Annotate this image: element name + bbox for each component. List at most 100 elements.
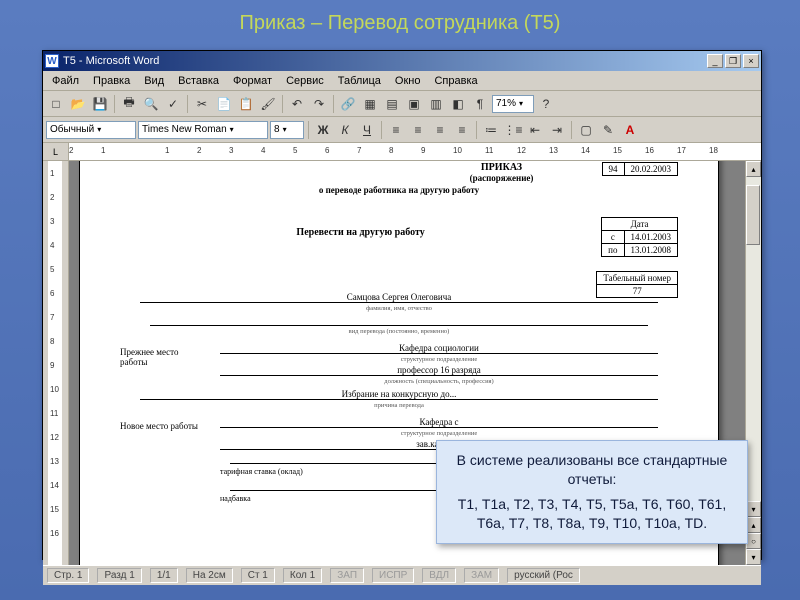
transfer-caption: вид перевода (постоянно, временно)	[120, 328, 678, 335]
save-icon[interactable]: 💾	[90, 94, 110, 114]
menu-table[interactable]: Таблица	[332, 73, 387, 89]
align-center-icon[interactable]: ≡	[408, 120, 428, 140]
date-table: Дата с14.01.2003 по13.01.2008	[601, 217, 678, 257]
menu-file[interactable]: Файл	[46, 73, 85, 89]
hyperlink-icon[interactable]: 🔗	[338, 94, 358, 114]
status-trk[interactable]: ИСПР	[372, 568, 414, 583]
menu-help[interactable]: Справка	[428, 73, 483, 89]
new-dept-cap: структурное подразделение	[200, 430, 678, 437]
numbering-icon[interactable]: ≔	[481, 120, 501, 140]
align-left-icon[interactable]: ≡	[386, 120, 406, 140]
menu-format[interactable]: Формат	[227, 73, 278, 89]
callout-line2: Т1, Т1а, Т2, Т3, Т4, Т5, Т5а, Т6, Т60, Т…	[449, 495, 735, 533]
paste-icon[interactable]: 📋	[236, 94, 256, 114]
callout-line1: В системе реализованы все стандартные от…	[449, 451, 735, 489]
word-icon: W	[45, 54, 59, 68]
prev-dept-cap: структурное подразделение	[200, 356, 678, 363]
standard-toolbar: □ 📂 💾 🖶 🔍 ✓ ✂ 📄 📋 🖌 ↶ ↷ 🔗 ▦ ▤ ▣ ▥ ◧ ¶ 71…	[43, 91, 761, 117]
cut-icon[interactable]: ✂	[192, 94, 212, 114]
status-section: Разд 1	[97, 568, 141, 583]
menu-edit[interactable]: Правка	[87, 73, 136, 89]
help-icon[interactable]: ?	[536, 94, 556, 114]
bold-icon[interactable]: Ж	[313, 120, 333, 140]
window-title: T5 - Microsoft Word	[63, 55, 705, 67]
browse-object-icon[interactable]: ○	[746, 533, 761, 549]
slide-title: Приказ – Перевод сотрудника (Т5)	[0, 0, 800, 43]
menu-window[interactable]: Окно	[389, 73, 427, 89]
menu-tools[interactable]: Сервис	[280, 73, 330, 89]
print-icon[interactable]: 🖶	[119, 94, 139, 114]
transfer-type-line	[150, 314, 648, 326]
prev-dept: Кафедра социологии	[220, 343, 658, 354]
align-right-icon[interactable]: ≡	[430, 120, 450, 140]
info-callout: В системе реализованы все стандартные от…	[436, 440, 748, 544]
titlebar: W T5 - Microsoft Word _ ❐ ×	[43, 51, 761, 71]
reason-field: Избрание на конкурсную до...	[140, 389, 658, 400]
separator	[476, 121, 477, 139]
redo-icon[interactable]: ↷	[309, 94, 329, 114]
borders-icon[interactable]: ▢	[576, 120, 596, 140]
font-combo[interactable]: Times New Roman▾	[138, 121, 268, 139]
indent-icon[interactable]: ⇥	[547, 120, 567, 140]
underline-icon[interactable]: Ч	[357, 120, 377, 140]
horizontal-ruler[interactable]: L 21123456789101112131415161718	[43, 143, 761, 161]
doc-subtitle: (распоряжение)	[402, 173, 602, 183]
outdent-icon[interactable]: ⇤	[525, 120, 545, 140]
status-at: На 2см	[186, 568, 233, 583]
menu-view[interactable]: Вид	[138, 73, 170, 89]
separator	[114, 95, 115, 113]
doc-about: о переводе работника на другую работу	[120, 185, 678, 195]
minimize-button[interactable]: _	[707, 54, 723, 68]
status-rec[interactable]: ЗАП	[330, 568, 364, 583]
ruler-corner: L	[43, 143, 69, 160]
prev-page-icon[interactable]: ▴	[746, 517, 761, 533]
menu-insert[interactable]: Вставка	[172, 73, 225, 89]
scroll-thumb[interactable]	[746, 185, 760, 245]
separator	[333, 95, 334, 113]
docmap-icon[interactable]: ¶	[470, 94, 490, 114]
prev-pos: профессор 16 разряда	[220, 365, 658, 376]
new-icon[interactable]: □	[46, 94, 66, 114]
status-line: Ст 1	[241, 568, 275, 583]
style-combo[interactable]: Обычный▾	[46, 121, 136, 139]
columns-icon[interactable]: ▥	[426, 94, 446, 114]
status-ext[interactable]: ВДЛ	[422, 568, 456, 583]
drawing-icon[interactable]: ◧	[448, 94, 468, 114]
new-dept: Кафедра с	[220, 417, 658, 428]
open-icon[interactable]: 📂	[68, 94, 88, 114]
next-page-icon[interactable]: ▾	[746, 549, 761, 565]
fontcolor-icon[interactable]: A	[620, 120, 640, 140]
scroll-down-icon[interactable]: ▾	[746, 501, 761, 517]
vertical-ruler[interactable]: 12345678910111213141516	[43, 161, 69, 565]
highlight-icon[interactable]: ✎	[598, 120, 618, 140]
format-painter-icon[interactable]: 🖌	[258, 94, 278, 114]
tables-icon[interactable]: ▦	[360, 94, 380, 114]
scroll-up-icon[interactable]: ▴	[746, 161, 761, 177]
fontsize-combo[interactable]: 8▾	[270, 121, 304, 139]
separator	[381, 121, 382, 139]
tabno-table: Табельный номер 77	[596, 271, 678, 298]
bullets-icon[interactable]: ⋮≡	[503, 120, 523, 140]
spell-icon[interactable]: ✓	[163, 94, 183, 114]
new-place-label: Новое место работы	[120, 415, 200, 506]
maximize-button[interactable]: ❐	[725, 54, 741, 68]
reason-cap: причина перевода	[120, 402, 678, 409]
fio-caption: фамилия, имя, отчество	[120, 305, 678, 312]
status-lang[interactable]: русский (Рос	[507, 568, 580, 583]
zoom-combo[interactable]: 71%▾	[492, 95, 534, 113]
prev-place-label: Прежнее место работы	[120, 341, 200, 385]
status-col: Кол 1	[283, 568, 322, 583]
status-ovr[interactable]: ЗАМ	[464, 568, 499, 583]
status-page: Стр. 1	[47, 568, 89, 583]
close-button[interactable]: ×	[743, 54, 759, 68]
doc-title: ПРИКАЗ	[402, 162, 602, 173]
preview-icon[interactable]: 🔍	[141, 94, 161, 114]
justify-icon[interactable]: ≡	[452, 120, 472, 140]
copy-icon[interactable]: 📄	[214, 94, 234, 114]
formatting-toolbar: Обычный▾ Times New Roman▾ 8▾ Ж К Ч ≡ ≡ ≡…	[43, 117, 761, 143]
excel-icon[interactable]: ▣	[404, 94, 424, 114]
italic-icon[interactable]: К	[335, 120, 355, 140]
undo-icon[interactable]: ↶	[287, 94, 307, 114]
statusbar: Стр. 1 Разд 1 1/1 На 2см Ст 1 Кол 1 ЗАП …	[43, 565, 761, 585]
insert-table-icon[interactable]: ▤	[382, 94, 402, 114]
